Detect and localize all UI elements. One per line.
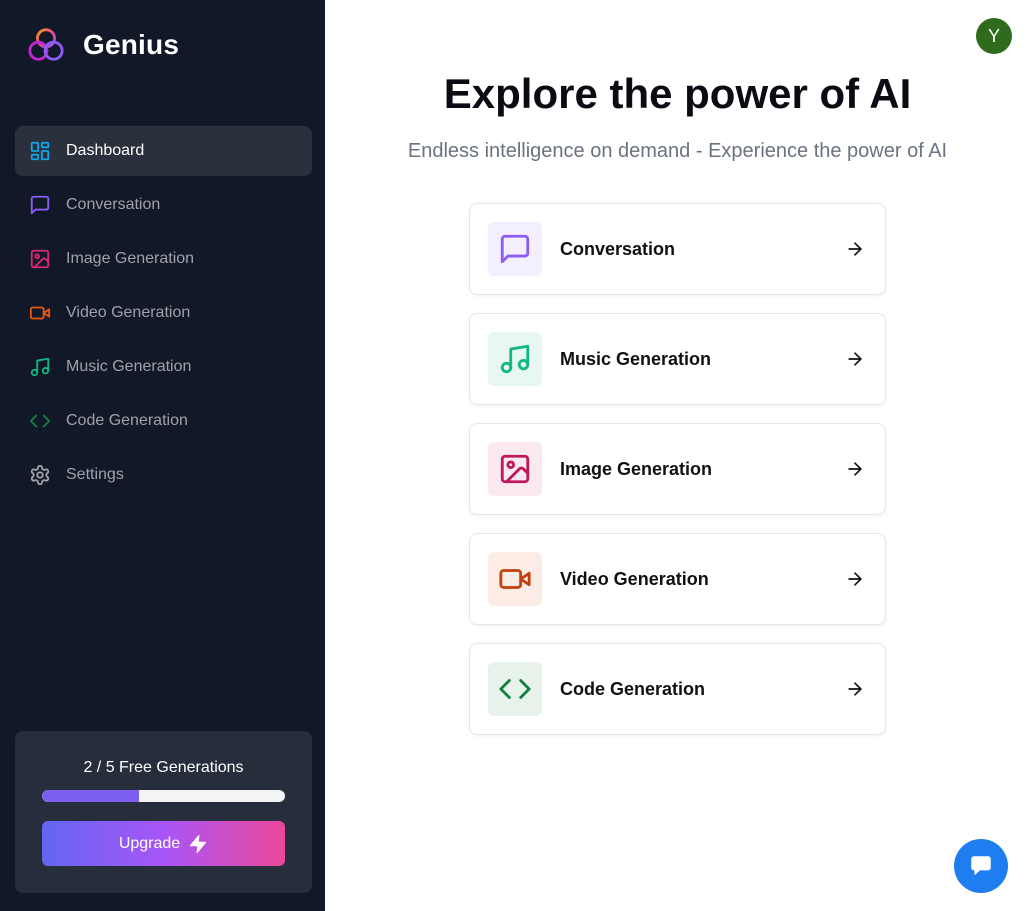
message-square-icon	[29, 194, 51, 216]
upgrade-button[interactable]: Upgrade	[42, 821, 285, 866]
code-icon	[499, 679, 531, 699]
sidebar-item-label: Image Generation	[66, 250, 195, 267]
image-icon	[500, 454, 530, 484]
sidebar-item-label: Conversation	[66, 196, 161, 213]
tool-card-music-generation[interactable]: Music Generation	[469, 313, 886, 405]
user-avatar[interactable]: Y	[976, 18, 1012, 54]
tool-label: Video Generation	[560, 568, 709, 589]
sidebar-item-settings[interactable]: Settings	[15, 450, 312, 500]
page-subtitle: Endless intelligence on demand - Experie…	[407, 140, 948, 162]
sidebar-item-label: Code Generation	[66, 412, 188, 429]
music-icon	[29, 356, 51, 378]
sidebar-nav: Dashboard Conversation Image Generation	[15, 126, 312, 504]
tool-card-code-generation[interactable]: Code Generation	[469, 643, 886, 735]
genius-logo-icon	[28, 28, 64, 61]
sidebar-item-code-generation[interactable]: Code Generation	[15, 396, 312, 446]
sidebar-item-label: Video Generation	[66, 304, 191, 321]
message-square-icon	[500, 234, 530, 264]
tool-card-image-generation[interactable]: Image Generation	[469, 423, 886, 515]
arrow-right-icon	[848, 682, 862, 696]
arrow-right-icon	[848, 572, 862, 586]
sidebar-item-label: Music Generation	[66, 358, 192, 375]
layout-dashboard-icon	[29, 140, 51, 162]
brand[interactable]: Genius	[27, 26, 179, 64]
arrow-right-icon	[848, 352, 862, 366]
sidebar-item-label: Settings	[66, 466, 124, 483]
tool-list: Conversation Music Generation Image Gene…	[469, 203, 886, 753]
tool-label: Image Generation	[560, 458, 713, 479]
code-icon	[29, 410, 51, 432]
sidebar-item-video-generation[interactable]: Video Generation	[15, 288, 312, 338]
tool-icon-box	[488, 222, 542, 276]
arrow-right-icon	[848, 242, 862, 256]
free-usage-card: 2 / 5 Free Generations Upgrade	[15, 731, 312, 893]
video-icon	[499, 569, 531, 589]
chat-widget-button[interactable]	[954, 839, 1008, 893]
music-icon	[500, 344, 530, 374]
upgrade-label: Upgrade	[118, 834, 181, 852]
video-icon	[29, 302, 51, 324]
sidebar: Genius Dashboard Conversation Image Gene…	[0, 0, 325, 911]
usage-progress-bar	[42, 790, 285, 802]
tool-card-conversation[interactable]: Conversation	[469, 203, 886, 295]
image-icon	[29, 248, 51, 270]
tool-icon-box	[488, 552, 542, 606]
usage-counter: 2 / 5 Free Generations	[83, 759, 244, 776]
tool-icon-box	[488, 332, 542, 386]
chat-bubble-icon	[971, 856, 991, 876]
tool-label: Music Generation	[560, 348, 712, 369]
sidebar-item-dashboard[interactable]: Dashboard	[15, 126, 312, 176]
brand-name: Genius	[83, 29, 180, 60]
tool-card-video-generation[interactable]: Video Generation	[469, 533, 886, 625]
usage-progress-fill	[42, 790, 140, 802]
settings-icon	[29, 464, 51, 486]
zap-icon	[190, 834, 207, 853]
tool-label: Code Generation	[560, 678, 706, 699]
tool-label: Conversation	[560, 238, 676, 259]
sidebar-item-label: Dashboard	[66, 142, 145, 159]
avatar-initial: Y	[987, 25, 1000, 46]
arrow-right-icon	[848, 462, 862, 476]
tool-icon-box	[488, 442, 542, 496]
sidebar-item-image-generation[interactable]: Image Generation	[15, 234, 312, 284]
sidebar-item-conversation[interactable]: Conversation	[15, 180, 312, 230]
sidebar-item-music-generation[interactable]: Music Generation	[15, 342, 312, 392]
page-title: Explore the power of AI	[443, 70, 912, 117]
tool-icon-box	[488, 662, 542, 716]
